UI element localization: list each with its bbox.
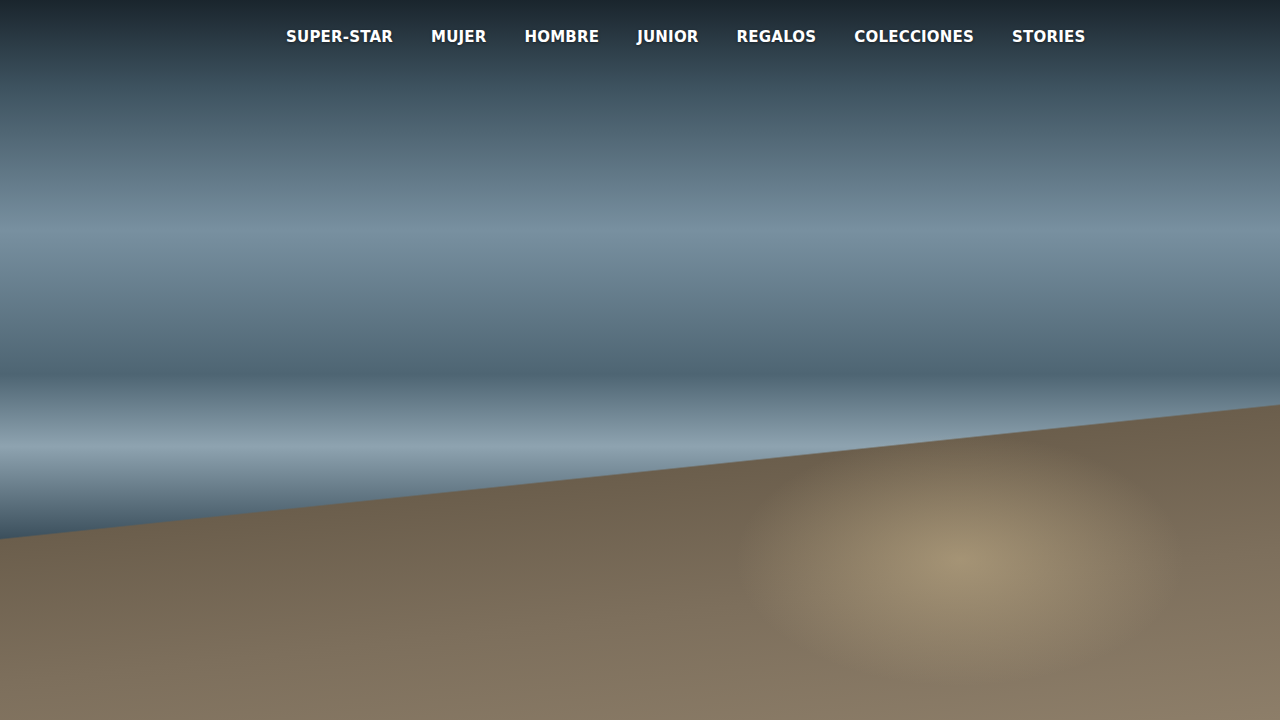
nav-item[interactable]: HOMBRE bbox=[525, 26, 600, 48]
page: SUPER-STAR MUJER HOMBRE JUNIOR REGALOS COLECC… bbox=[0, 0, 1280, 720]
hero-photo bbox=[0, 0, 1280, 720]
main-nav: SUPER-STAR MUJER HOMBRE JUNIOR REGALOS COLECC… bbox=[0, 0, 1280, 48]
nav-item[interactable]: REGALOS bbox=[737, 26, 817, 48]
nav-item[interactable]: MUJER bbox=[431, 26, 487, 48]
nav-item[interactable]: STORIES bbox=[1012, 26, 1085, 48]
nav-item[interactable]: SUPER-STAR bbox=[286, 26, 393, 48]
nav-item[interactable]: JUNIOR bbox=[637, 26, 698, 48]
nav-item[interactable]: COLECCIONES bbox=[854, 26, 974, 48]
